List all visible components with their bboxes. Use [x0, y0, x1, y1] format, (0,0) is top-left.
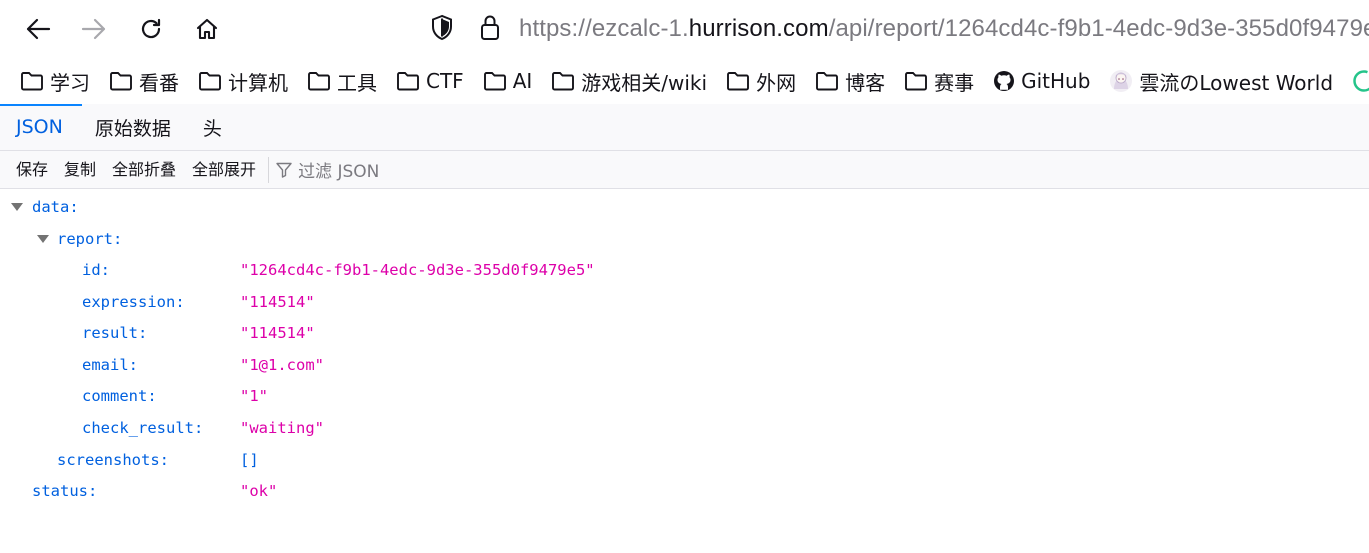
- bookmark-item[interactable]: 赛事: [894, 58, 983, 104]
- copy-button[interactable]: 复制: [56, 156, 104, 184]
- json-string-value: "1": [240, 386, 268, 405]
- json-string-value: "1@1.com": [240, 355, 324, 374]
- forward-button[interactable]: [74, 9, 114, 49]
- json-key: email:: [82, 355, 138, 374]
- tree-row-comment[interactable]: comment: "1": [0, 380, 1369, 411]
- bookmark-item[interactable]: 游戏相关/wiki: [541, 58, 716, 104]
- json-string-value: "1264cd4c-f9b1-4edc-9d3e-355d0f9479e5": [240, 260, 595, 279]
- tracking-protection-button[interactable]: [430, 14, 454, 47]
- json-key: result:: [82, 323, 148, 342]
- bookmark-item[interactable]: 学习: [0, 58, 99, 104]
- folder-icon: [483, 72, 506, 91]
- reload-button[interactable]: [131, 9, 171, 49]
- collapse-all-button[interactable]: 全部折叠: [104, 156, 184, 184]
- bookmark-item[interactable]: AI: [473, 58, 542, 104]
- folder-icon: [727, 72, 750, 91]
- filter-placeholder: 过滤 JSON: [298, 162, 380, 182]
- filter-icon: [276, 162, 292, 178]
- bookmark-label: 工具: [337, 70, 377, 95]
- tree-row-id[interactable]: id: "1264cd4c-f9b1-4edc-9d3e-355d0f9479e…: [0, 254, 1369, 285]
- json-key: id:: [82, 260, 110, 279]
- bookmark-label: AI: [512, 69, 533, 93]
- bookmark-item-github[interactable]: GitHub: [983, 58, 1099, 104]
- bookmark-item-zhihu[interactable]: 知: [1342, 58, 1369, 104]
- bookmark-label: 看番: [139, 70, 179, 95]
- bookmark-label: 计算机: [228, 70, 288, 95]
- bookmark-item[interactable]: 工具: [297, 58, 386, 104]
- folder-icon: [199, 72, 221, 91]
- bookmark-label: GitHub: [1021, 69, 1091, 93]
- url-host: hurrison.com: [688, 15, 829, 42]
- site-info-button[interactable]: [478, 13, 502, 48]
- folder-icon: [397, 72, 419, 91]
- tree-row-status[interactable]: status: "ok": [0, 475, 1369, 506]
- address-bar[interactable]: https://ezcalc-1.hurrison.com/api/report…: [519, 14, 1369, 44]
- folder-icon: [905, 72, 928, 91]
- tree-row-check-result[interactable]: check_result: "waiting": [0, 412, 1369, 443]
- forward-arrow-icon: [81, 18, 106, 40]
- lock-icon: [481, 15, 499, 40]
- expand-triangle-icon[interactable]: [37, 235, 49, 243]
- toolbar-divider: [268, 156, 270, 183]
- bookmark-item-blog[interactable]: 雲流のLowest World: [1099, 58, 1342, 104]
- bookmark-item[interactable]: 计算机: [188, 58, 297, 104]
- navigation-bar: https://ezcalc-1.hurrison.com/api/report…: [0, 0, 1369, 58]
- filter-json-input[interactable]: 过滤 JSON: [275, 157, 379, 182]
- url-path: /api/report/1264cd4c-f9b1-4edc-9d3e-355d…: [828, 15, 1369, 42]
- avatar-icon: [1110, 70, 1133, 92]
- bookmark-label: 雲流のLowest World: [1139, 70, 1334, 95]
- folder-icon: [816, 72, 839, 91]
- bookmark-item[interactable]: CTF: [386, 58, 473, 104]
- tree-row-screenshots[interactable]: screenshots: []: [0, 444, 1369, 475]
- json-key: comment:: [82, 386, 157, 405]
- json-key: report:: [57, 229, 123, 248]
- tree-row-expression[interactable]: expression: "114514": [0, 286, 1369, 317]
- json-string-value: "waiting": [240, 418, 324, 437]
- viewer-tab-strip: JSON 原始数据 头: [0, 104, 1369, 151]
- shield-icon: [432, 14, 452, 41]
- tree-row-data[interactable]: data:: [0, 191, 1369, 222]
- tab-headers[interactable]: 头: [187, 104, 238, 150]
- json-key: screenshots:: [57, 450, 169, 469]
- save-button[interactable]: 保存: [8, 156, 56, 184]
- json-string-value: "114514": [240, 292, 315, 311]
- bookmark-label: 外网: [756, 70, 797, 95]
- folder-icon: [110, 72, 132, 91]
- bookmark-label: 游戏相关/wiki: [581, 70, 708, 95]
- bookmark-label: 学习: [50, 70, 90, 95]
- bookmark-item[interactable]: 看番: [99, 58, 188, 104]
- folder-icon: [552, 72, 575, 91]
- url-prefix: https://ezcalc-1.: [519, 15, 689, 42]
- json-string-value: "114514": [240, 323, 315, 342]
- tab-raw-data[interactable]: 原始数据: [79, 104, 187, 150]
- json-string-value: "ok": [240, 481, 278, 500]
- folder-icon: [21, 72, 43, 91]
- github-icon: [994, 71, 1015, 91]
- expand-all-button[interactable]: 全部展开: [184, 156, 264, 184]
- bookmarks-toolbar: 学习 看番 计算机 工具 CTF AI 游戏相关/wiki 外网 博客 赛事 G…: [0, 58, 1369, 104]
- tree-row-email[interactable]: email: "1@1.com": [0, 349, 1369, 380]
- expand-triangle-icon[interactable]: [11, 203, 23, 211]
- home-button[interactable]: [187, 9, 227, 49]
- home-icon: [196, 18, 218, 40]
- json-key: status:: [32, 481, 98, 500]
- json-array-value: []: [240, 450, 259, 469]
- tree-row-report[interactable]: report:: [0, 223, 1369, 254]
- back-button[interactable]: [18, 9, 58, 49]
- tree-row-result[interactable]: result: "114514": [0, 317, 1369, 348]
- json-key: check_result:: [82, 418, 204, 437]
- zhihu-icon: [1353, 70, 1369, 92]
- json-key: expression:: [82, 292, 185, 311]
- json-toolbar: 保存 复制 全部折叠 全部展开 过滤 JSON: [0, 151, 1369, 189]
- bookmark-label: 赛事: [934, 70, 975, 95]
- back-arrow-icon: [26, 18, 51, 40]
- json-key: data:: [32, 197, 79, 216]
- bookmark-label: 博客: [845, 70, 886, 95]
- folder-icon: [308, 72, 330, 91]
- reload-icon: [141, 18, 161, 39]
- bookmark-item[interactable]: 外网: [716, 58, 805, 104]
- bookmark-item[interactable]: 博客: [805, 58, 894, 104]
- tab-json[interactable]: JSON: [0, 104, 82, 150]
- bookmark-label: CTF: [426, 69, 464, 93]
